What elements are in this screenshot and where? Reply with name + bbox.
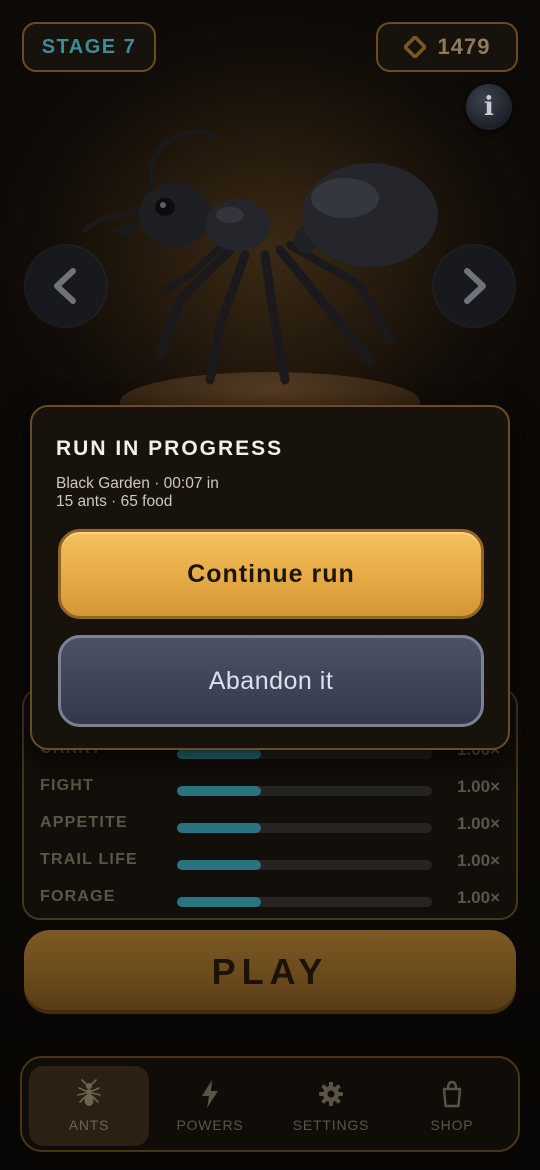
tab-ants[interactable]: ANTS <box>29 1066 149 1146</box>
chevron-right-icon <box>464 268 486 304</box>
continue-run-button[interactable]: Continue run <box>58 529 484 619</box>
stat-bar <box>177 749 432 759</box>
stage-badge: STAGE 7 <box>22 22 156 72</box>
ant-portrait-icon <box>82 129 438 385</box>
stat-row-forage: FORAGE 1.00× <box>24 884 520 914</box>
stat-bar <box>177 897 432 907</box>
stat-bar-fill <box>177 897 262 907</box>
stat-bar <box>177 786 432 796</box>
tab-label: ANTS <box>68 1117 110 1133</box>
ant-icon <box>77 1079 101 1106</box>
tab-label: SETTINGS <box>292 1117 370 1133</box>
previous-ant-button[interactable] <box>26 246 106 326</box>
tab-powers[interactable]: POWERS <box>150 1066 270 1146</box>
stat-label: APPETITE <box>40 814 128 831</box>
stat-row-trail-life: TRAIL LIFE 1.00× <box>24 847 520 877</box>
info-button[interactable]: i <box>466 84 512 130</box>
stat-bar-fill <box>177 786 262 796</box>
shopping-bag-icon <box>442 1080 462 1108</box>
abandon-run-label: Abandon it <box>208 666 334 695</box>
lightning-icon <box>202 1080 218 1108</box>
run-location-time: Black Garden · 00:07 in <box>56 475 219 492</box>
stat-value: 1.00× <box>456 851 500 870</box>
tab-settings[interactable]: SETTINGS <box>271 1066 391 1146</box>
stage-label: STAGE 7 <box>41 35 137 58</box>
dialog-title: RUN IN PROGRESS <box>56 437 284 460</box>
tab-label: SHOP <box>430 1117 474 1133</box>
stat-label: FIGHT <box>40 777 94 794</box>
gem-icon <box>403 36 426 58</box>
stat-value: 1.00× <box>456 777 500 796</box>
stat-bar <box>177 823 432 833</box>
tab-shop[interactable]: SHOP <box>392 1066 512 1146</box>
run-in-progress-dialog: RUN IN PROGRESS Black Garden · 00:07 in … <box>30 405 510 750</box>
chevron-left-icon <box>54 268 76 304</box>
stat-value: 1.00× <box>456 814 500 833</box>
info-icon: i <box>484 92 494 122</box>
next-ant-button[interactable] <box>434 246 514 326</box>
play-label: PLAY <box>211 951 329 992</box>
stat-row-fight: FIGHT 1.00× <box>24 773 520 803</box>
run-ants-food: 15 ants · 65 food <box>56 493 173 510</box>
tab-label: POWERS <box>176 1117 244 1133</box>
stat-bar-fill <box>177 823 262 833</box>
stat-row-appetite: APPETITE 1.00× <box>24 810 520 840</box>
stat-bar-fill <box>177 860 262 870</box>
play-button[interactable]: PLAY <box>24 930 516 1014</box>
gem-counter[interactable]: 1479 <box>376 22 518 72</box>
gear-icon <box>319 1082 343 1106</box>
stat-bar-fill <box>177 749 262 759</box>
gem-count: 1479 <box>437 34 491 59</box>
continue-run-label: Continue run <box>187 559 355 588</box>
stat-bar <box>177 860 432 870</box>
abandon-run-button[interactable]: Abandon it <box>58 635 484 727</box>
stat-value: 1.00× <box>456 888 500 907</box>
stat-label: TRAIL LIFE <box>40 851 138 868</box>
bottom-nav: ANTS POWERS SETTINGS SHOP <box>20 1056 520 1152</box>
stat-label: FORAGE <box>40 888 116 905</box>
